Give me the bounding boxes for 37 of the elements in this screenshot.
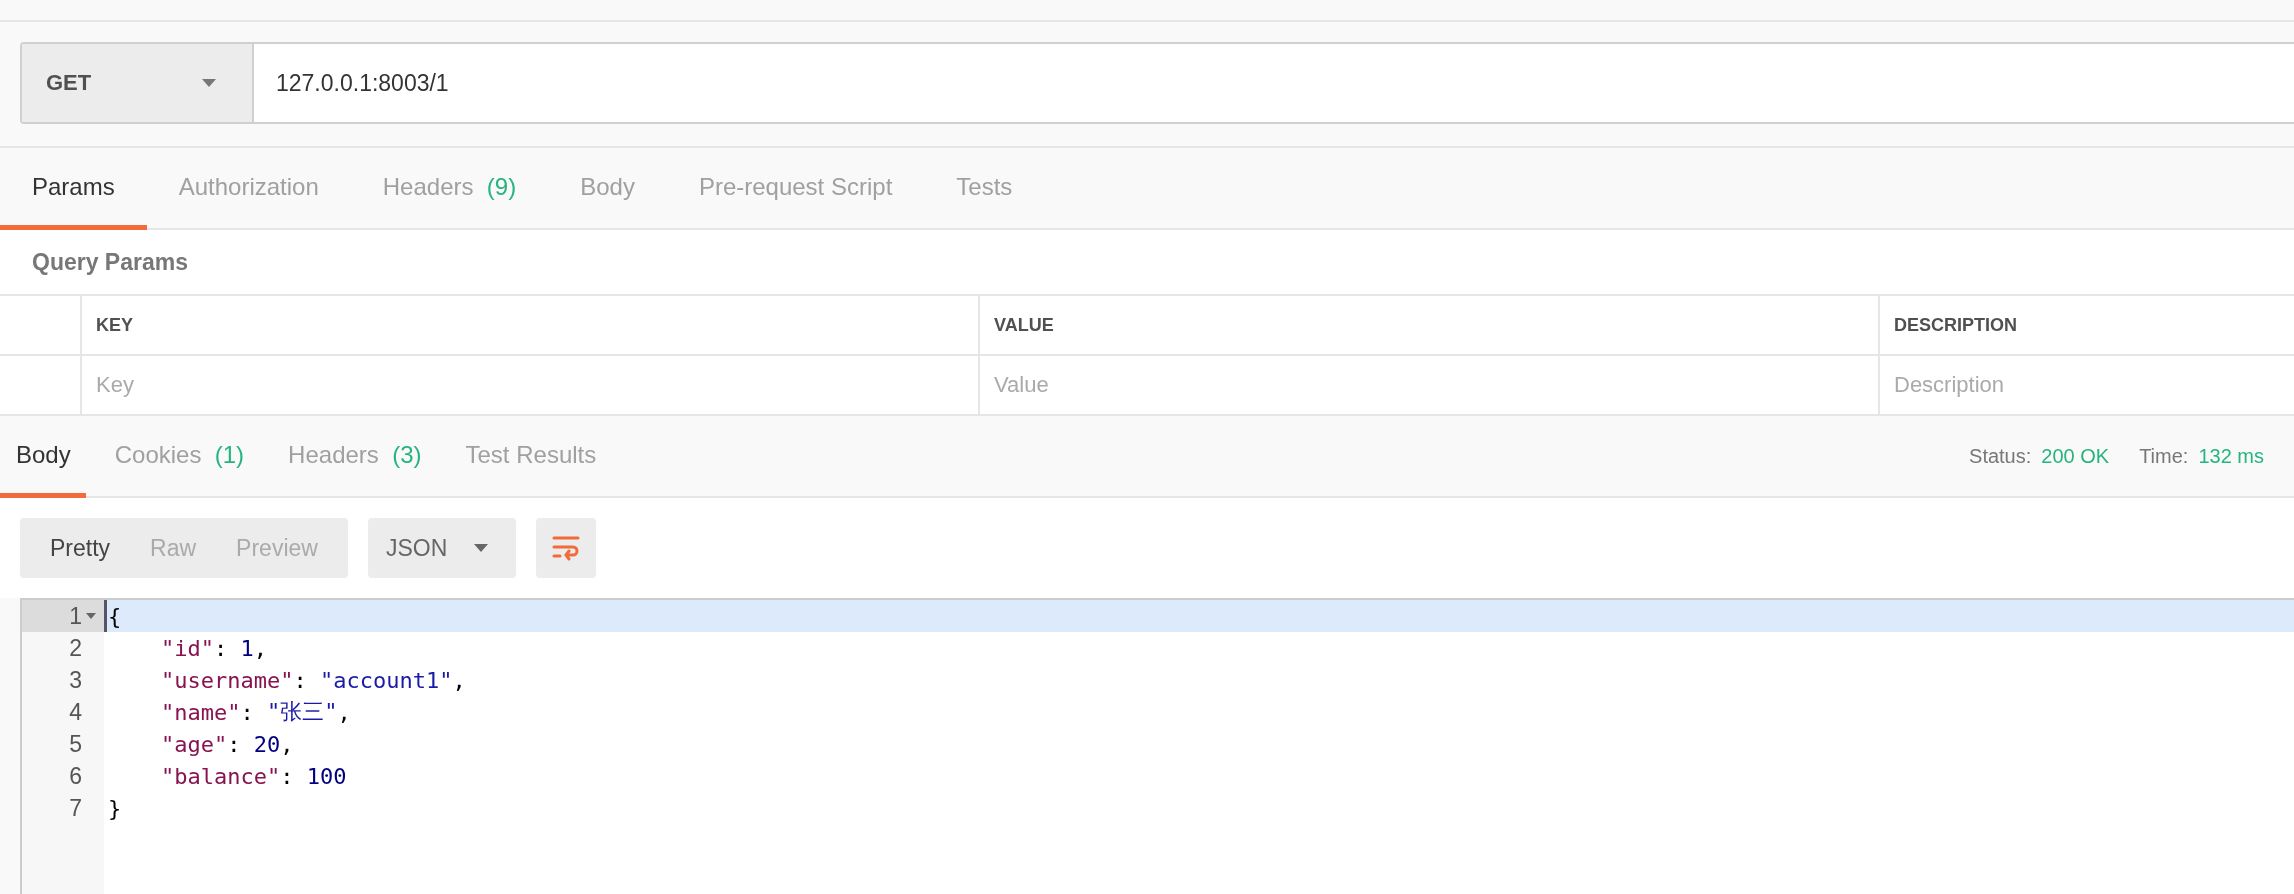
wrap-icon <box>551 535 580 561</box>
param-input[interactable]: Description <box>1878 356 2294 416</box>
view-mode-tab[interactable]: Pretty <box>30 518 131 578</box>
caret-icon <box>473 544 488 552</box>
line-number: 2 <box>69 634 82 662</box>
line-number: 7 <box>69 794 82 822</box>
request-tab[interactable]: Body <box>548 148 667 230</box>
wrap-lines-button[interactable] <box>535 518 596 578</box>
format-dropdown[interactable]: JSON <box>367 518 516 578</box>
code-line: } <box>107 794 123 823</box>
section-title: Query Params <box>32 248 188 276</box>
view-mode-tab[interactable]: Raw <box>130 518 217 578</box>
request-tab[interactable]: Headers (9) <box>350 148 549 230</box>
line-number: 5 <box>69 730 82 758</box>
line-number: 1 <box>69 602 82 630</box>
line-number: 6 <box>69 762 82 790</box>
status-label: Status: <box>1969 444 2032 468</box>
code-line: "age": 20, <box>159 730 295 759</box>
param-input[interactable]: Key <box>80 356 978 416</box>
time-label: Time: <box>2139 444 2189 468</box>
request-tab[interactable]: Pre-request Script <box>666 148 925 230</box>
code-line: "name": "张三", <box>159 698 352 727</box>
line-number: 3 <box>69 666 82 694</box>
code-line: "username": "account1", <box>159 666 467 695</box>
request-tab[interactable]: Authorization <box>146 148 351 230</box>
time-value: 132 ms <box>2198 444 2264 468</box>
response-tab[interactable]: Cookies (1) <box>99 416 260 498</box>
response-tab[interactable]: Test Results <box>450 416 612 498</box>
code-line: "balance": 100 <box>159 762 348 791</box>
response-tab[interactable]: Headers (3) <box>273 416 437 498</box>
code-line: "id": 1, <box>159 634 268 663</box>
param-input[interactable]: Value <box>978 356 1878 416</box>
view-mode-tab[interactable]: Preview <box>216 518 338 578</box>
fold-icon[interactable] <box>86 613 96 619</box>
line-number: 4 <box>69 698 82 726</box>
status-value: 200 OK <box>2041 444 2110 468</box>
request-tab[interactable]: Tests <box>924 148 1045 230</box>
